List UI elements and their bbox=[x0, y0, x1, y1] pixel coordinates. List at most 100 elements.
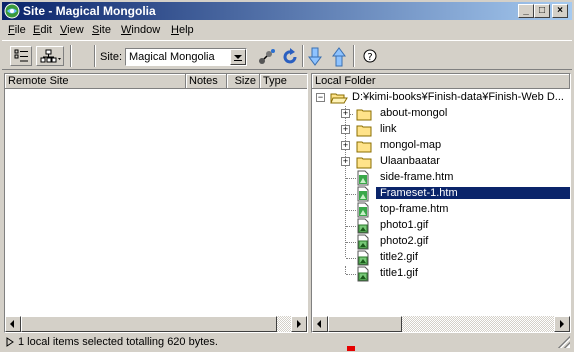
menu-site[interactable]: Site bbox=[92, 24, 111, 36]
tree-item-root[interactable]: − D:¥kimi-books¥Finish-data¥Finish-Web D… bbox=[312, 90, 570, 106]
menu-edit[interactable]: Edit bbox=[33, 24, 52, 36]
tree-item-label: side-frame.htm bbox=[380, 171, 454, 183]
site-select-dropdown-button[interactable] bbox=[230, 49, 246, 65]
tree-item-label: about-mongol bbox=[380, 107, 448, 119]
tree-item-label: top-frame.htm bbox=[380, 203, 449, 215]
minimize-button[interactable]: _ bbox=[518, 4, 534, 18]
tree-item-label: title1.gif bbox=[380, 267, 418, 279]
close-button[interactable]: × bbox=[552, 4, 568, 18]
image-file-icon bbox=[357, 266, 369, 282]
folder-icon bbox=[356, 157, 372, 169]
scroll-right-button[interactable] bbox=[291, 316, 307, 332]
local-folder-panel[interactable]: Local Folder − D:¥kimi-books¥Finish-data… bbox=[311, 73, 571, 333]
menu-site-rest: ite bbox=[99, 24, 111, 36]
menu-edit-rest: dit bbox=[40, 24, 52, 36]
tree-item-folder[interactable]: + about-mongol bbox=[312, 106, 570, 122]
site-label: Site: bbox=[100, 51, 123, 63]
tree-item-label: Frameset-1.htm bbox=[376, 187, 570, 199]
arrow-right-icon bbox=[297, 320, 301, 328]
expand-toggle[interactable]: + bbox=[341, 141, 350, 150]
column-local-folder[interactable]: Local Folder bbox=[312, 74, 570, 89]
column-size[interactable]: Size bbox=[227, 74, 260, 89]
status-bar: 1 local items selected totalling 620 byt… bbox=[2, 334, 572, 351]
maximize-button[interactable]: □ bbox=[534, 4, 550, 18]
site-window: Site - Magical Mongolia _ □ × File Edit … bbox=[0, 0, 574, 352]
scroll-left-button[interactable] bbox=[312, 316, 328, 332]
activity-indicator bbox=[347, 346, 355, 351]
tree-item-label: title2.gif bbox=[380, 251, 418, 263]
menu-file[interactable]: File bbox=[8, 24, 26, 36]
tree-connector bbox=[346, 226, 356, 227]
menu-window-mnemonic: W bbox=[121, 24, 132, 36]
menu-file-mnemonic: F bbox=[8, 24, 15, 36]
menu-bar: File Edit View Site Window Help bbox=[2, 21, 572, 39]
tree-item-file[interactable]: title2.gif bbox=[312, 250, 570, 266]
collapse-toggle[interactable]: − bbox=[316, 93, 325, 102]
connect-icon[interactable] bbox=[257, 48, 277, 66]
tree-item-file[interactable]: title1.gif bbox=[312, 266, 570, 282]
tree-item-folder[interactable]: + Ulaanbaatar bbox=[312, 154, 570, 170]
remote-site-panel[interactable]: Remote Site Notes Size Type bbox=[4, 73, 308, 333]
tree-item-label: photo2.gif bbox=[380, 235, 429, 247]
tree-item-file[interactable]: photo2.gif bbox=[312, 234, 570, 250]
put-icon[interactable] bbox=[332, 47, 346, 67]
scroll-thumb[interactable] bbox=[328, 316, 402, 332]
scroll-left-button[interactable] bbox=[5, 316, 21, 332]
site-select-value: Magical Mongolia bbox=[129, 51, 215, 63]
menu-help[interactable]: Help bbox=[171, 24, 194, 36]
chevron-down-icon bbox=[234, 55, 242, 61]
tree-item-label: link bbox=[380, 123, 397, 135]
tree-item-file-selected[interactable]: Frameset-1.htm bbox=[312, 186, 570, 202]
html-file-icon bbox=[357, 186, 369, 202]
resize-grip-icon[interactable] bbox=[558, 336, 570, 348]
tree-item-label: photo1.gif bbox=[380, 219, 429, 231]
tree-connector bbox=[346, 274, 356, 275]
expand-toggle[interactable]: + bbox=[341, 109, 350, 118]
column-remote-site[interactable]: Remote Site bbox=[5, 74, 186, 89]
scroll-right-button[interactable] bbox=[554, 316, 570, 332]
site-map-icon bbox=[40, 49, 61, 63]
menu-help-rest: elp bbox=[178, 24, 194, 36]
tree-connector bbox=[346, 242, 356, 243]
menu-file-rest: ile bbox=[14, 24, 26, 36]
arrow-left-icon bbox=[317, 320, 321, 328]
menu-view-rest: iew bbox=[67, 24, 84, 36]
html-file-icon bbox=[357, 202, 369, 218]
tree-item-folder[interactable]: + link bbox=[312, 122, 570, 138]
tree-item-file[interactable]: top-frame.htm bbox=[312, 202, 570, 218]
site-files-button[interactable] bbox=[10, 46, 32, 66]
site-map-button[interactable] bbox=[36, 46, 64, 66]
folder-icon bbox=[356, 109, 372, 121]
title-bar[interactable]: Site - Magical Mongolia _ □ × bbox=[2, 2, 572, 20]
local-file-tree: − D:¥kimi-books¥Finish-data¥Finish-Web D… bbox=[312, 90, 570, 316]
arrow-left-icon bbox=[10, 320, 14, 328]
menu-view[interactable]: View bbox=[60, 24, 84, 36]
tree-item-folder[interactable]: + mongol-map bbox=[312, 138, 570, 154]
scroll-thumb[interactable] bbox=[21, 316, 277, 332]
expand-log-icon[interactable] bbox=[6, 337, 14, 347]
column-notes[interactable]: Notes bbox=[186, 74, 227, 89]
site-files-icon bbox=[14, 49, 28, 62]
expand-toggle[interactable]: + bbox=[341, 125, 350, 134]
html-file-icon bbox=[357, 170, 369, 186]
local-horizontal-scrollbar[interactable] bbox=[312, 316, 570, 332]
tree-item-file[interactable]: side-frame.htm bbox=[312, 170, 570, 186]
column-type[interactable]: Type bbox=[260, 74, 307, 89]
help-icon[interactable]: ? bbox=[363, 49, 377, 63]
refresh-icon[interactable] bbox=[281, 48, 299, 66]
site-select[interactable]: Magical Mongolia bbox=[125, 48, 247, 66]
tree-item-label: D:¥kimi-books¥Finish-data¥Finish-Web D..… bbox=[352, 91, 564, 103]
toolbar-separator bbox=[94, 45, 96, 67]
tree-item-file[interactable]: photo1.gif bbox=[312, 218, 570, 234]
tree-connector bbox=[345, 266, 346, 274]
expand-toggle[interactable]: + bbox=[341, 157, 350, 166]
menu-window[interactable]: Window bbox=[121, 24, 160, 36]
toolbar-separator bbox=[70, 45, 72, 67]
remote-horizontal-scrollbar[interactable] bbox=[5, 316, 307, 332]
toolbar-separator bbox=[302, 45, 304, 67]
get-icon[interactable] bbox=[308, 47, 322, 67]
folder-open-icon bbox=[330, 93, 348, 104]
toolbar-separator bbox=[353, 45, 355, 67]
dreamweaver-site-icon bbox=[4, 3, 20, 19]
tree-connector bbox=[346, 178, 356, 179]
